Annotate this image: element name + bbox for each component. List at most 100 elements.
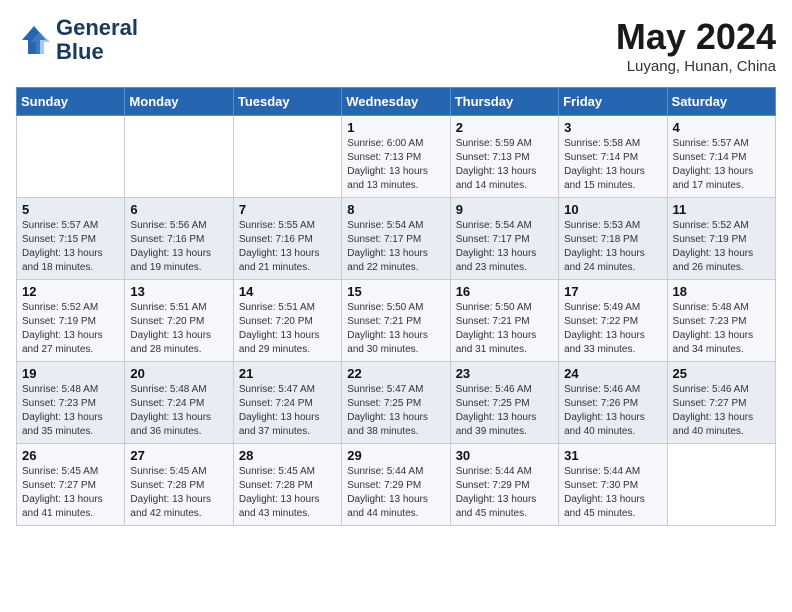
day-number: 9 <box>456 202 553 217</box>
day-info: Sunrise: 5:45 AMSunset: 7:27 PMDaylight:… <box>22 465 119 521</box>
calendar-day: 6 Sunrise: 5:56 AMSunset: 7:16 PMDaylight… <box>125 198 233 280</box>
weekday-header: Tuesday <box>233 88 341 116</box>
day-info: Sunrise: 5:44 AMSunset: 7:29 PMDaylight:… <box>347 465 444 521</box>
day-info: Sunrise: 5:51 AMSunset: 7:20 PMDaylight:… <box>239 301 336 357</box>
day-number: 1 <box>347 120 444 135</box>
weekday-header: Friday <box>559 88 667 116</box>
calendar-day: 26 Sunrise: 5:45 AMSunset: 7:27 PMDayligh… <box>17 444 125 526</box>
calendar-day: 15 Sunrise: 5:50 AMSunset: 7:21 PMDayligh… <box>342 280 450 362</box>
day-number: 22 <box>347 366 444 381</box>
weekday-header: Sunday <box>17 88 125 116</box>
calendar-week-row: 26 Sunrise: 5:45 AMSunset: 7:27 PMDayligh… <box>17 444 776 526</box>
calendar-header: SundayMondayTuesdayWednesdayThursdayFrid… <box>17 88 776 116</box>
calendar-week-row: 1 Sunrise: 6:00 AMSunset: 7:13 PMDaylight… <box>17 116 776 198</box>
calendar-day: 28 Sunrise: 5:45 AMSunset: 7:28 PMDayligh… <box>233 444 341 526</box>
calendar-week-row: 12 Sunrise: 5:52 AMSunset: 7:19 PMDayligh… <box>17 280 776 362</box>
weekday-row: SundayMondayTuesdayWednesdayThursdayFrid… <box>17 88 776 116</box>
day-info: Sunrise: 5:54 AMSunset: 7:17 PMDaylight:… <box>347 219 444 275</box>
calendar-body: 1 Sunrise: 6:00 AMSunset: 7:13 PMDaylight… <box>17 116 776 526</box>
day-info: Sunrise: 6:00 AMSunset: 7:13 PMDaylight:… <box>347 137 444 193</box>
day-number: 29 <box>347 448 444 463</box>
calendar-day: 7Sunrise: 5:55 AMSunset: 7:16 PMDaylight… <box>233 198 341 280</box>
day-info: Sunrise: 5:58 AMSunset: 7:14 PMDaylight:… <box>564 137 661 193</box>
day-number: 18 <box>673 284 770 299</box>
calendar-day: 12 Sunrise: 5:52 AMSunset: 7:19 PMDayligh… <box>17 280 125 362</box>
day-number: 5 <box>22 202 119 217</box>
day-info: Sunrise: 5:52 AMSunset: 7:19 PMDaylight:… <box>22 301 119 357</box>
day-info: Sunrise: 5:44 AMSunset: 7:30 PMDaylight:… <box>564 465 661 521</box>
day-info: Sunrise: 5:48 AMSunset: 7:23 PMDaylight:… <box>673 301 770 357</box>
calendar-day: 31 Sunrise: 5:44 AMSunset: 7:30 PMDayligh… <box>559 444 667 526</box>
day-info: Sunrise: 5:56 AMSunset: 7:16 PMDaylight:… <box>130 219 227 275</box>
calendar-day <box>125 116 233 198</box>
day-number: 3 <box>564 120 661 135</box>
calendar-day: 14 Sunrise: 5:51 AMSunset: 7:20 PMDayligh… <box>233 280 341 362</box>
day-info: Sunrise: 5:46 AMSunset: 7:25 PMDaylight:… <box>456 383 553 439</box>
day-info: Sunrise: 5:50 AMSunset: 7:21 PMDaylight:… <box>456 301 553 357</box>
weekday-header: Monday <box>125 88 233 116</box>
calendar-day: 19Sunrise: 5:48 AMSunset: 7:23 PMDayligh… <box>17 362 125 444</box>
logo-icon <box>16 22 52 58</box>
day-number: 26 <box>22 448 119 463</box>
day-number: 4 <box>673 120 770 135</box>
day-info: Sunrise: 5:46 AMSunset: 7:26 PMDaylight:… <box>564 383 661 439</box>
day-number: 14 <box>239 284 336 299</box>
logo-line2: Blue <box>56 40 138 64</box>
day-info: Sunrise: 5:48 AMSunset: 7:24 PMDaylight:… <box>130 383 227 439</box>
weekday-header: Wednesday <box>342 88 450 116</box>
day-info: Sunrise: 5:59 AMSunset: 7:13 PMDaylight:… <box>456 137 553 193</box>
day-info: Sunrise: 5:54 AMSunset: 7:17 PMDaylight:… <box>456 219 553 275</box>
day-info: Sunrise: 5:57 AMSunset: 7:14 PMDaylight:… <box>673 137 770 193</box>
calendar-table: SundayMondayTuesdayWednesdayThursdayFrid… <box>16 87 776 526</box>
day-number: 28 <box>239 448 336 463</box>
day-number: 23 <box>456 366 553 381</box>
logo-text: General Blue <box>56 16 138 64</box>
day-info: Sunrise: 5:45 AMSunset: 7:28 PMDaylight:… <box>239 465 336 521</box>
calendar-day <box>233 116 341 198</box>
day-info: Sunrise: 5:52 AMSunset: 7:19 PMDaylight:… <box>673 219 770 275</box>
day-info: Sunrise: 5:47 AMSunset: 7:24 PMDaylight:… <box>239 383 336 439</box>
weekday-header: Thursday <box>450 88 558 116</box>
day-info: Sunrise: 5:51 AMSunset: 7:20 PMDaylight:… <box>130 301 227 357</box>
day-number: 15 <box>347 284 444 299</box>
calendar-day <box>667 444 775 526</box>
day-info: Sunrise: 5:55 AMSunset: 7:16 PMDaylight:… <box>239 219 336 275</box>
calendar-day: 25Sunrise: 5:46 AMSunset: 7:27 PMDayligh… <box>667 362 775 444</box>
calendar-day: 9 Sunrise: 5:54 AMSunset: 7:17 PMDaylight… <box>450 198 558 280</box>
location: Luyang, Hunan, China <box>616 58 776 75</box>
calendar-day: 3 Sunrise: 5:58 AMSunset: 7:14 PMDaylight… <box>559 116 667 198</box>
calendar-day: 17Sunrise: 5:49 AMSunset: 7:22 PMDayligh… <box>559 280 667 362</box>
day-info: Sunrise: 5:44 AMSunset: 7:29 PMDaylight:… <box>456 465 553 521</box>
calendar-day: 5 Sunrise: 5:57 AMSunset: 7:15 PMDaylight… <box>17 198 125 280</box>
day-number: 16 <box>456 284 553 299</box>
day-number: 21 <box>239 366 336 381</box>
calendar-day: 18 Sunrise: 5:48 AMSunset: 7:23 PMDayligh… <box>667 280 775 362</box>
day-number: 30 <box>456 448 553 463</box>
day-number: 31 <box>564 448 661 463</box>
calendar-day: 16 Sunrise: 5:50 AMSunset: 7:21 PMDayligh… <box>450 280 558 362</box>
calendar-day <box>17 116 125 198</box>
calendar-day: 13Sunrise: 5:51 AMSunset: 7:20 PMDayligh… <box>125 280 233 362</box>
title-block: May 2024 Luyang, Hunan, China <box>616 16 776 75</box>
day-number: 2 <box>456 120 553 135</box>
day-number: 10 <box>564 202 661 217</box>
day-info: Sunrise: 5:45 AMSunset: 7:28 PMDaylight:… <box>130 465 227 521</box>
calendar-day: 30 Sunrise: 5:44 AMSunset: 7:29 PMDayligh… <box>450 444 558 526</box>
day-info: Sunrise: 5:57 AMSunset: 7:15 PMDaylight:… <box>22 219 119 275</box>
day-number: 27 <box>130 448 227 463</box>
day-number: 11 <box>673 202 770 217</box>
calendar-day: 1 Sunrise: 6:00 AMSunset: 7:13 PMDaylight… <box>342 116 450 198</box>
calendar-day: 24Sunrise: 5:46 AMSunset: 7:26 PMDayligh… <box>559 362 667 444</box>
calendar-week-row: 5 Sunrise: 5:57 AMSunset: 7:15 PMDaylight… <box>17 198 776 280</box>
page-header: General Blue May 2024 Luyang, Hunan, Chi… <box>16 16 776 75</box>
day-number: 19 <box>22 366 119 381</box>
day-number: 12 <box>22 284 119 299</box>
day-info: Sunrise: 5:50 AMSunset: 7:21 PMDaylight:… <box>347 301 444 357</box>
weekday-header: Saturday <box>667 88 775 116</box>
calendar-day: 2 Sunrise: 5:59 AMSunset: 7:13 PMDaylight… <box>450 116 558 198</box>
calendar-day: 22Sunrise: 5:47 AMSunset: 7:25 PMDayligh… <box>342 362 450 444</box>
calendar-day: 21 Sunrise: 5:47 AMSunset: 7:24 PMDayligh… <box>233 362 341 444</box>
day-number: 17 <box>564 284 661 299</box>
day-number: 6 <box>130 202 227 217</box>
calendar-day: 11 Sunrise: 5:52 AMSunset: 7:19 PMDayligh… <box>667 198 775 280</box>
